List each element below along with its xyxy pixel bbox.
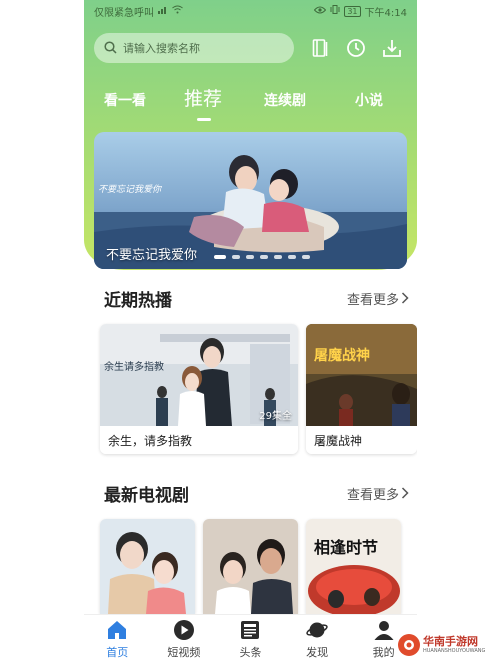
nav-label: 头条 (239, 646, 262, 659)
poster-artwork-title: 余生请多指教 (104, 360, 164, 373)
battery-indicator: 31 (344, 5, 361, 17)
poster-image (203, 519, 298, 614)
search-input[interactable] (123, 41, 273, 55)
carrier-text: 仅限紧急呼叫 (94, 7, 154, 19)
phone-screen: 仅限紧急呼叫 31 下午4:14 请输入搜索名称 看一看 推荐 连续剧 小说 不… (84, 0, 417, 666)
search-icon (104, 39, 117, 58)
status-time: 下午4:14 (364, 7, 407, 19)
poster-image: 屠魔战神 (306, 324, 417, 426)
tab-recommend[interactable]: 推荐 (184, 84, 222, 111)
status-left: 仅限紧急呼叫 (94, 4, 183, 19)
latest-tv-card[interactable] (203, 519, 298, 614)
play-circle-icon (173, 620, 194, 640)
poster-artwork-title: 相逢时节 (314, 538, 378, 557)
nav-headlines[interactable]: 头条 (217, 615, 284, 666)
nav-discover[interactable]: 发现 (284, 615, 351, 666)
active-tab-indicator (197, 118, 211, 121)
carousel-dot[interactable] (232, 255, 240, 259)
news-icon (241, 621, 260, 639)
nav-label: 短视频 (167, 646, 201, 659)
carousel-dots (214, 255, 310, 259)
download-icon[interactable] (382, 38, 402, 58)
search-box[interactable] (94, 33, 294, 63)
nav-label: 首页 (106, 646, 129, 659)
history-icon[interactable] (346, 38, 366, 58)
nav-home[interactable]: 首页 (84, 615, 151, 666)
chevron-right-icon (401, 487, 409, 499)
recent-hot-card[interactable]: 余生请多指教 29集全 余生，请多指教 (100, 324, 298, 454)
planet-icon (306, 622, 328, 638)
hero-banner[interactable]: 不要忘记我爱你 不要忘记我爱你 (94, 132, 407, 269)
banner-title: 不要忘记我爱你 (106, 248, 198, 263)
latest-tv-card[interactable] (100, 519, 195, 614)
poster-image (100, 519, 195, 614)
latest-tv-card[interactable]: 相逢时节 (306, 519, 401, 614)
latest-tv-more-link[interactable]: 查看更多 (347, 484, 409, 503)
nav-label: 发现 (306, 646, 329, 659)
carousel-dot[interactable] (274, 255, 282, 259)
carousel-dot[interactable] (246, 255, 254, 259)
site-watermark: 华南手游网 HUANANSHOUYOUWANG (398, 630, 498, 660)
card-title: 余生，请多指教 (100, 426, 298, 454)
carousel-dot[interactable] (214, 255, 226, 259)
carousel-dot[interactable] (288, 255, 296, 259)
more-label: 查看更多 (346, 487, 399, 503)
home-icon (108, 621, 127, 639)
recent-hot-card[interactable]: 屠魔战神 屠魔战神 (306, 324, 417, 454)
carousel-dot[interactable] (260, 255, 268, 259)
watermark-logo-icon (398, 634, 420, 656)
wifi-icon (172, 5, 183, 17)
status-bar: 仅限紧急呼叫 31 下午4:14 (84, 0, 417, 22)
bottom-nav: 首页 短视频 头条 发现 我的 (84, 614, 417, 666)
poster-artwork-title: 屠魔战神 (314, 347, 370, 364)
section-title: 近期热播 (104, 290, 172, 311)
latest-tv-header: 最新电视剧 查看更多 (104, 481, 409, 506)
tab-novel[interactable]: 小说 (355, 90, 383, 110)
carousel-dot[interactable] (302, 255, 310, 259)
tab-series[interactable]: 连续剧 (264, 90, 306, 110)
card-title: 屠魔战神 (306, 426, 417, 454)
nav-label: 我的 (372, 646, 395, 659)
more-label: 查看更多 (346, 292, 399, 308)
search-row (94, 32, 409, 64)
recent-hot-header: 近期热播 查看更多 (104, 286, 409, 311)
bookshelf-icon[interactable] (310, 38, 330, 58)
chevron-right-icon (401, 292, 409, 304)
episode-badge: 29集全 (259, 411, 292, 422)
recent-hot-more-link[interactable]: 查看更多 (347, 289, 409, 308)
user-icon (374, 621, 394, 640)
section-title: 最新电视剧 (104, 485, 189, 506)
signal-icon (158, 5, 168, 17)
watermark-sub: HUANANSHOUYOUWANG (423, 647, 486, 654)
nav-short-video[interactable]: 短视频 (151, 615, 218, 666)
poster-image: 相逢时节 (306, 519, 401, 614)
vibrate-icon (330, 5, 340, 17)
status-right: 31 下午4:14 (314, 4, 407, 19)
watermark-text: 华南手游网 HUANANSHOUYOUWANG (423, 634, 486, 655)
top-tabs: 看一看 推荐 连续剧 小说 (84, 84, 417, 124)
watermark-main: 华南手游网 (423, 634, 478, 648)
tab-kanyikan[interactable]: 看一看 (104, 90, 146, 110)
banner-artwork-title: 不要忘记我爱你 (98, 184, 163, 195)
eye-icon (314, 6, 327, 17)
